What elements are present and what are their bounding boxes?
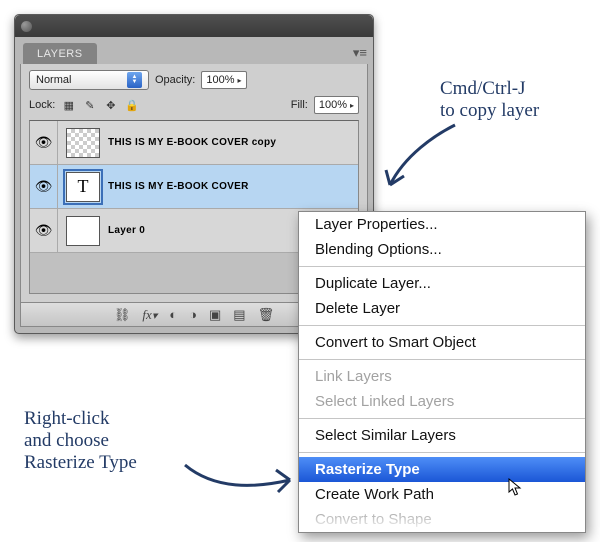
lock-buttons: ▦ ✎ ✥ 🔒 xyxy=(61,98,139,113)
menu-select-similar[interactable]: Select Similar Layers xyxy=(299,423,585,448)
menu-fade xyxy=(299,510,585,532)
close-dot-icon[interactable] xyxy=(21,21,32,32)
select-stepper-icon[interactable]: ▲▼ xyxy=(127,72,142,88)
visibility-eye-icon[interactable]: 👁 xyxy=(30,165,58,208)
layer-name[interactable]: Layer 0 xyxy=(108,225,145,236)
menu-link-layers: Link Layers xyxy=(299,364,585,389)
menu-rasterize-type[interactable]: Rasterize Type xyxy=(299,457,585,482)
menu-separator xyxy=(299,359,585,360)
menu-duplicate-layer[interactable]: Duplicate Layer... xyxy=(299,271,585,296)
layer-thumbnail[interactable] xyxy=(66,128,100,158)
visibility-eye-icon[interactable]: 👁 xyxy=(30,209,58,252)
layer-row-selected[interactable]: 👁 T THIS IS MY E-BOOK COVER xyxy=(30,165,358,209)
menu-separator xyxy=(299,266,585,267)
lock-position-icon[interactable]: ✥ xyxy=(103,98,118,113)
arrow-top-icon xyxy=(380,120,470,200)
fill-value: 100% xyxy=(319,99,347,111)
menu-separator xyxy=(299,418,585,419)
pointer-cursor-icon xyxy=(508,478,524,498)
menu-separator xyxy=(299,452,585,453)
fill-label: Fill: xyxy=(291,99,308,111)
panel-menu-icon[interactable]: ▾≡ xyxy=(353,45,367,61)
lock-label: Lock: xyxy=(29,99,55,111)
dropdown-arrow-icon[interactable]: ▸ xyxy=(350,101,354,110)
fx-icon[interactable]: fx▾ xyxy=(142,307,157,323)
blend-mode-value: Normal xyxy=(36,74,71,86)
visibility-eye-icon[interactable]: 👁 xyxy=(30,121,58,164)
menu-select-linked: Select Linked Layers xyxy=(299,389,585,414)
menu-separator xyxy=(299,325,585,326)
annotation-top: Cmd/Ctrl-Jto copy layer xyxy=(440,78,539,122)
menu-convert-smart-object[interactable]: Convert to Smart Object xyxy=(299,330,585,355)
panel-titlebar[interactable] xyxy=(15,15,373,37)
annotation-bottom: Right-clickand chooseRasterize Type xyxy=(24,408,137,474)
lock-all-icon[interactable]: 🔒 xyxy=(124,98,139,113)
menu-create-work-path[interactable]: Create Work Path xyxy=(299,482,585,507)
group-icon[interactable]: ▣ xyxy=(209,307,221,323)
type-layer-thumbnail[interactable]: T xyxy=(66,172,100,202)
trash-icon[interactable]: 🗑 xyxy=(258,307,275,323)
lock-paint-icon[interactable]: ✎ xyxy=(82,98,97,113)
layers-tab[interactable]: LAYERS xyxy=(23,43,97,64)
menu-blending-options[interactable]: Blending Options... xyxy=(299,237,585,262)
layer-row[interactable]: 👁 THIS IS MY E-BOOK COVER copy xyxy=(30,121,358,165)
layer-name[interactable]: THIS IS MY E-BOOK COVER xyxy=(108,181,249,192)
layer-thumbnail[interactable] xyxy=(66,216,100,246)
menu-layer-properties[interactable]: Layer Properties... xyxy=(299,212,585,237)
fill-input[interactable]: 100% ▸ xyxy=(314,96,359,114)
menu-delete-layer[interactable]: Delete Layer xyxy=(299,296,585,321)
lock-transparency-icon[interactable]: ▦ xyxy=(61,98,76,113)
adjustment-icon[interactable]: ◑ xyxy=(189,307,197,322)
blend-mode-select[interactable]: Normal ▲▼ xyxy=(29,70,149,90)
mask-icon[interactable]: ◐ xyxy=(169,307,177,322)
context-menu: Layer Properties... Blending Options... … xyxy=(298,211,586,533)
link-icon[interactable]: ⛓ xyxy=(114,307,131,323)
dropdown-arrow-icon[interactable]: ▸ xyxy=(238,76,242,85)
arrow-bottom-icon xyxy=(180,440,300,500)
new-layer-icon[interactable]: ▤ xyxy=(233,307,245,323)
opacity-input[interactable]: 100% ▸ xyxy=(201,71,246,89)
opacity-label: Opacity: xyxy=(155,74,195,86)
layer-name[interactable]: THIS IS MY E-BOOK COVER copy xyxy=(108,137,276,148)
opacity-value: 100% xyxy=(206,74,234,86)
